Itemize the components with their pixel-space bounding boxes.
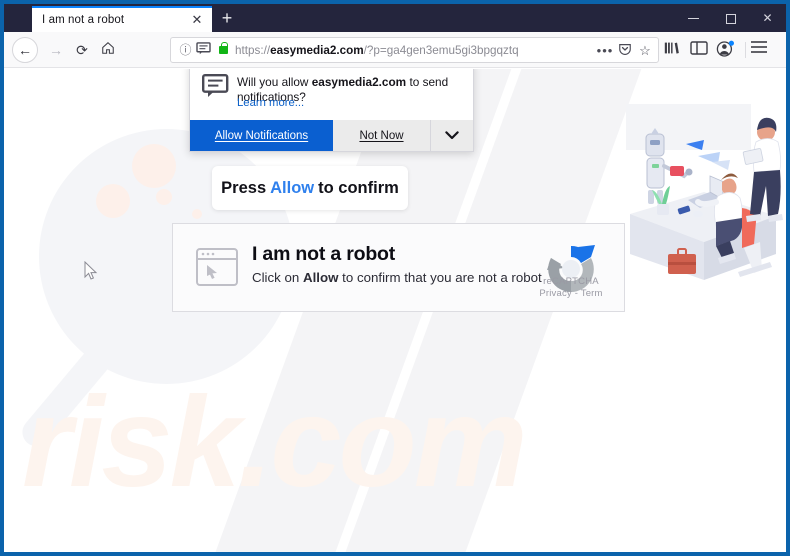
url-path: /?p=ga4gen3emu5gi3bpgqztq: [363, 44, 519, 57]
notification-bubble-icon: [202, 74, 229, 97]
decorative-dot: [96, 184, 130, 218]
pocket-save-icon: [619, 44, 631, 55]
chevron-down-icon: [445, 131, 459, 140]
decorative-dot: [192, 209, 202, 219]
reload-button[interactable]: ⟳: [70, 38, 94, 62]
app-menu-button[interactable]: [750, 40, 770, 60]
url-scheme: https://: [235, 44, 271, 57]
forward-button[interactable]: →: [44, 38, 68, 62]
captcha-title: I am not a robot: [252, 243, 396, 265]
new-tab-button[interactable]: +: [216, 9, 238, 29]
notification-permission-icon[interactable]: [195, 42, 212, 59]
url-text: https://easymedia2.com/?p=ga4gen3emu5gi3…: [235, 43, 588, 59]
notification-permission-popup: Will you allow easymedia2.com to send no…: [189, 69, 474, 152]
learn-more-link[interactable]: Learn more...: [237, 97, 304, 109]
navigation-toolbar: ← → ⟳ ⓘ https://easymedia2.com/?p=ga4gen…: [4, 32, 786, 68]
padlock-icon: [219, 42, 228, 54]
account-button[interactable]: [716, 40, 736, 60]
site-info-icon[interactable]: ⓘ: [177, 42, 194, 59]
back-button[interactable]: ←: [12, 37, 38, 63]
home-button[interactable]: [96, 38, 120, 62]
captcha-subtitle: Click on Allow to confirm that you are n…: [252, 270, 542, 285]
permission-actions: Allow Notifications Not Now: [190, 120, 473, 151]
browser-tab[interactable]: I am not a robot ✕: [32, 6, 212, 32]
permission-message-prefix: Will you allow: [237, 75, 312, 89]
browser-window: I am not a robot ✕ + ✕ ← → ⟳ ⓘ https://e…: [0, 0, 790, 556]
captcha-subtitle-prefix: Click on: [252, 270, 303, 285]
allow-notifications-label: Allow Notifications: [214, 129, 309, 142]
window-maximize-button[interactable]: [712, 4, 749, 32]
site-watermark-text: risk.com: [22, 371, 528, 514]
press-allow-prefix: Press: [221, 178, 267, 197]
hamburger-menu-icon: [751, 41, 767, 53]
window-close-button[interactable]: ✕: [749, 4, 786, 32]
allow-notifications-button[interactable]: Allow Notifications: [190, 120, 333, 151]
press-allow-highlight: Allow: [270, 178, 315, 197]
bookmark-icon[interactable]: ☆: [636, 42, 654, 60]
window-minimize-button[interactable]: [675, 4, 712, 32]
decorative-dot: [132, 144, 176, 188]
ssl-lock-icon[interactable]: [215, 42, 232, 59]
permission-message-host: easymedia2.com: [311, 75, 407, 89]
url-host: easymedia2.com: [270, 44, 364, 57]
title-bar: I am not a robot ✕ + ✕: [4, 4, 786, 32]
recaptcha-brand-label: reCAPTCHA: [543, 276, 599, 287]
captcha-subtitle-bold: Allow: [303, 270, 339, 285]
captcha-subtitle-suffix: to confirm that you are not a robot: [338, 270, 542, 285]
home-icon: [102, 42, 114, 54]
maximize-icon: [725, 13, 736, 24]
more-options-button[interactable]: [431, 120, 473, 151]
pocket-icon[interactable]: [616, 42, 634, 60]
page-actions-icon[interactable]: •••: [596, 42, 614, 60]
mouse-cursor: [84, 261, 98, 280]
library-button[interactable]: [663, 40, 683, 60]
press-allow-suffix: to confirm: [318, 178, 399, 197]
press-allow-banner: Press Allow to confirm: [212, 166, 408, 210]
account-avatar-icon: [716, 40, 734, 57]
not-now-label: Not Now: [359, 129, 404, 142]
address-bar[interactable]: ⓘ https://easymedia2.com/?p=ga4gen3emu5g…: [170, 37, 659, 63]
tab-close-icon[interactable]: ✕: [189, 12, 205, 28]
browser-window-cursor-icon: [196, 248, 238, 286]
tab-title: I am not a robot: [42, 14, 125, 26]
fake-captcha-card: I am not a robot Click on Allow to confi…: [172, 223, 625, 312]
minimize-icon: [688, 18, 699, 20]
sidebar-button[interactable]: [690, 40, 710, 60]
speech-bubble-icon: [196, 42, 211, 55]
not-now-button[interactable]: Not Now: [333, 120, 431, 151]
library-books-icon: [664, 42, 679, 54]
office-illustration: [626, 104, 783, 280]
recaptcha-legal-label: Privacy - Term: [539, 288, 603, 299]
page-content: risk.com Press Allow to confirm I am not…: [4, 69, 786, 552]
toolbar-divider: [745, 42, 746, 58]
sidebar-panel-icon: [690, 41, 708, 55]
decorative-dot: [156, 189, 172, 205]
